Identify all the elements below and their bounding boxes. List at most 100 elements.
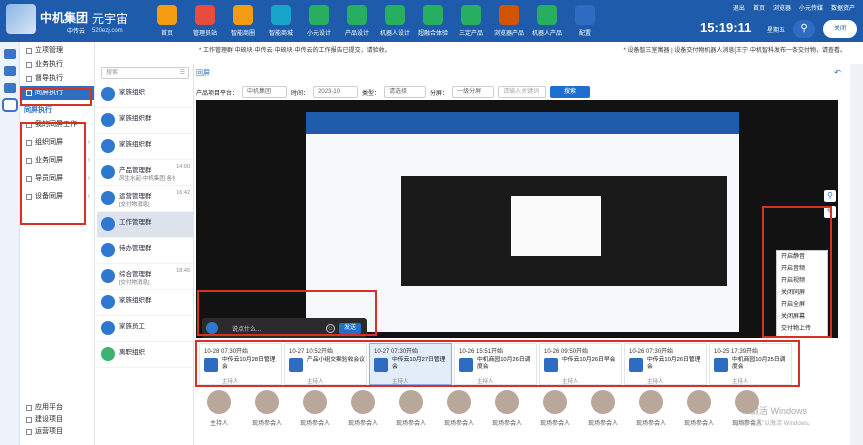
nav-label: 机器人产品: [531, 31, 562, 37]
back-icon[interactable]: ↶: [834, 68, 841, 77]
zoom-icon[interactable]: ⚲: [824, 190, 836, 202]
submenu-device-screen[interactable]: 设备同屏 ›: [20, 190, 94, 204]
search-icon: ⚲: [800, 23, 808, 34]
screen-share-viewer[interactable]: 开启静音开启音频开启视频关闭同屏开启全屏关闭屏幕交付物上传屏幕编辑 说点什么..…: [196, 100, 838, 338]
rail-monitor-icon[interactable]: [3, 83, 16, 93]
edit-icon[interactable]: ✎: [824, 206, 836, 218]
shared-screen-header: [306, 112, 739, 134]
conversation-item[interactable]: 家族组织: [97, 82, 193, 108]
meeting-name: 中传云10月26日管理会: [647, 357, 701, 370]
menu-icon[interactable]: ☰: [180, 68, 185, 78]
send-button[interactable]: 发送: [339, 322, 361, 334]
conversation-preview: [交付物消息]: [119, 202, 150, 208]
conversation-item[interactable]: 综合管理群 [交付物消息] 18:45: [97, 264, 193, 290]
nav-item-5[interactable]: 产品设计: [338, 2, 376, 40]
nav-item-7[interactable]: 超融合体验: [414, 2, 452, 40]
search-submit-button[interactable]: 搜索: [550, 86, 591, 98]
close-button[interactable]: 关闭: [823, 20, 857, 38]
context-menu-item[interactable]: 开启音频: [777, 263, 827, 275]
chevron-right-icon: ›: [87, 157, 90, 164]
nav-item-9[interactable]: 浏览器产品: [490, 2, 528, 40]
context-menu-item[interactable]: 开启静音: [777, 251, 827, 263]
top-link[interactable]: 退出: [733, 3, 745, 12]
context-menu-item[interactable]: 关闭屏幕: [777, 311, 827, 323]
context-menu-item[interactable]: 关闭同屏: [777, 287, 827, 299]
context-menu-item[interactable]: 交付物上传: [777, 323, 827, 335]
menu-item-supervise[interactable]: 督导执行: [20, 72, 94, 86]
nav-item-4[interactable]: 小元设计: [300, 2, 338, 40]
menu-item-project[interactable]: 立项管理: [20, 44, 94, 58]
user-avatar[interactable]: [6, 4, 36, 34]
emoji-icon[interactable]: ☺: [326, 323, 335, 333]
top-link[interactable]: 小元传媒: [799, 3, 823, 12]
submenu-org-screen[interactable]: 组织同屏 ›: [20, 136, 94, 150]
top-link[interactable]: 数据资产: [831, 3, 855, 12]
participant[interactable]: 现场参会人: [343, 390, 383, 440]
meeting-card[interactable]: 10-26 07:30开始 中传云10月26日管理会 主持人: [624, 343, 707, 385]
group-avatar: [101, 165, 115, 179]
conversation-search[interactable]: 搜索 ☰: [101, 67, 189, 79]
meeting-card[interactable]: 10-26 15:51开始 中机商园10月26日调度会 主持人: [454, 343, 537, 385]
conversation-item[interactable]: 家族员工: [97, 316, 193, 342]
split-select[interactable]: 一级分屏: [452, 86, 495, 98]
conversation-item[interactable]: 待办管理群: [97, 238, 193, 264]
type-select[interactable]: 请选择: [384, 86, 427, 98]
menu-item-sync-screen[interactable]: 同屏执行: [20, 86, 94, 100]
menu-item-ops-project[interactable]: 运营项目: [20, 426, 95, 438]
context-menu-item[interactable]: 开启视频: [777, 275, 827, 287]
conversation-item[interactable]: 运营管理群 [交付物消息] 16:42: [97, 186, 193, 212]
conversation-item[interactable]: 离职组织: [97, 342, 193, 368]
submenu-guide-screen[interactable]: 导员同屏 ›: [20, 172, 94, 186]
rail-list-icon[interactable]: [3, 66, 16, 76]
meeting-card[interactable]: 10-28 07:30开始 中传云10月28日管理会 主持人: [199, 343, 282, 385]
submenu-my-screen[interactable]: 我的同屏工作: [20, 118, 94, 132]
meeting-card[interactable]: 10-27 10:52开始 产品小组交案验收会议 主持人: [284, 343, 367, 385]
scrollbar[interactable]: [850, 64, 863, 445]
participant[interactable]: 现场参会人: [391, 390, 431, 440]
top-link[interactable]: 浏览器: [773, 3, 791, 12]
nav-item-3[interactable]: 智能商城: [262, 2, 300, 40]
platform-select[interactable]: 中机集团: [242, 86, 288, 98]
nav-item-2[interactable]: 智能商圈: [224, 2, 262, 40]
participant[interactable]: 现场参会人: [439, 390, 479, 440]
rail-screen-icon[interactable]: [1, 98, 18, 112]
participant[interactable]: 主持人: [199, 390, 239, 440]
participant-avatar: [255, 390, 279, 414]
nav-item-10[interactable]: 机器人产品: [528, 2, 566, 40]
conversation-item[interactable]: 工作管理群: [97, 212, 193, 238]
menu-item-business[interactable]: 业务执行: [20, 58, 94, 72]
rail-home-icon[interactable]: [3, 49, 16, 59]
meeting-card[interactable]: 10-27 07:30开始 中传云10月27日管理会 主持人: [369, 343, 452, 385]
conversation-item[interactable]: 家族组织群: [97, 108, 193, 134]
participant-avatar: [687, 390, 711, 414]
conversation-item[interactable]: 家族组织群: [97, 290, 193, 316]
participant[interactable]: 现场参会人: [535, 390, 575, 440]
top-link[interactable]: 首页: [753, 3, 765, 12]
participant-role: 现场参会人: [251, 421, 282, 427]
search-button[interactable]: ⚲: [793, 20, 815, 38]
nav-item-6[interactable]: 机器人设计: [376, 2, 414, 40]
participant[interactable]: 现场参会人: [295, 390, 335, 440]
submenu-business-screen[interactable]: 业务同屏 ›: [20, 154, 94, 168]
nav-item-8[interactable]: 三定产品: [452, 2, 490, 40]
chat-input[interactable]: 说点什么...: [232, 324, 326, 333]
meeting-card[interactable]: 10-25 17:39开始 中机商园10月25日调度会 主持人: [709, 343, 792, 385]
context-menu-item[interactable]: 屏幕编辑: [777, 335, 827, 338]
conversation-item[interactable]: 家族组织群: [97, 134, 193, 160]
participant[interactable]: 现场参会人: [679, 390, 719, 440]
checkbox-icon: [26, 417, 32, 423]
nav-item-11[interactable]: 配置: [566, 2, 604, 40]
participant[interactable]: 现场参会人: [247, 390, 287, 440]
participant-role: 现场参会人: [635, 421, 666, 427]
keyword-input[interactable]: 请输入关键词: [498, 86, 547, 98]
nav-icon: [385, 5, 405, 25]
context-menu-item[interactable]: 开启全屏: [777, 299, 827, 311]
nav-item-0[interactable]: 首页: [148, 2, 186, 40]
meeting-card[interactable]: 10-26 09:50开始 中传云10月26日早会 主持人: [539, 343, 622, 385]
participant[interactable]: 现场参会人: [583, 390, 623, 440]
participant[interactable]: 现场参会人: [487, 390, 527, 440]
participant[interactable]: 现场参会人: [631, 390, 671, 440]
time-picker[interactable]: 2023-10: [313, 86, 359, 98]
nav-item-1[interactable]: 管理员站: [186, 2, 224, 40]
conversation-item[interactable]: 产品管理群风生水起-中机集团·各位...14:00: [97, 160, 193, 186]
